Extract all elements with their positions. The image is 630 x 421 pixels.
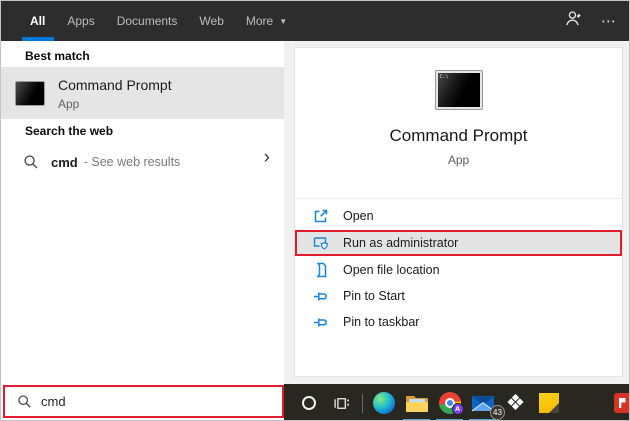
windows-search-overlay: All Apps Documents Web More ▼ ⋯ Best mat… [0, 0, 630, 421]
search-filter-bar: All Apps Documents Web More ▼ ⋯ [1, 1, 629, 41]
file-explorer-button[interactable] [400, 384, 433, 420]
app-actions-list: Open Run as administrator Open file loca… [295, 204, 622, 336]
app-subtitle: App [447, 153, 470, 167]
file-explorer-icon [405, 396, 428, 412]
action-label: Pin to Start [343, 289, 405, 303]
tab-label: Documents [116, 14, 178, 28]
chrome-button[interactable]: A [433, 384, 466, 420]
search-icon [23, 154, 39, 170]
cortana-button[interactable] [292, 384, 325, 420]
best-match-text: Command Prompt App [58, 76, 172, 111]
action-run-as-administrator[interactable]: Run as administrator [295, 230, 622, 256]
tab-label: All [30, 14, 46, 28]
app-title: Command Prompt [389, 126, 528, 145]
topbar-actions: ⋯ [564, 9, 629, 33]
action-open-file-location[interactable]: Open file location [295, 258, 622, 282]
command-prompt-icon-large: C:\ [434, 70, 483, 110]
action-open[interactable]: Open [295, 204, 622, 228]
web-query-text: cmd [51, 154, 78, 170]
filter-tabs: All Apps Documents Web More ▼ [1, 1, 298, 41]
action-label: Run as administrator [343, 236, 459, 250]
pin-icon [313, 288, 330, 304]
sticky-notes-button[interactable] [532, 384, 565, 420]
pdf-app-button[interactable] [607, 384, 629, 420]
result-subtitle: App [58, 96, 80, 111]
tab-label: More [245, 14, 274, 28]
edge-button[interactable] [367, 384, 400, 420]
tab-apps[interactable]: Apps [56, 1, 105, 41]
tab-more[interactable]: More ▼ [235, 1, 298, 41]
tab-web[interactable]: Web [188, 1, 234, 41]
launch-icon [313, 208, 330, 224]
action-label: Open file location [343, 263, 440, 277]
action-label: Open [343, 209, 374, 223]
chevron-down-icon: ▼ [279, 16, 288, 26]
taskbar-separator [358, 384, 367, 420]
admin-shield-icon [313, 235, 330, 251]
tab-documents[interactable]: Documents [106, 1, 189, 41]
chrome-profile-badge: A [451, 403, 464, 415]
dropbox-icon: ❖ [505, 390, 526, 415]
web-suffix-text: - See web results [83, 155, 181, 169]
search-web-header: Search the web [25, 124, 114, 138]
tab-label: Web [199, 14, 224, 28]
best-match-header: Best match [25, 49, 90, 63]
edge-icon [372, 392, 395, 414]
taskbar: A 43 ❖ [284, 384, 629, 420]
sticky-notes-icon [538, 393, 559, 413]
best-match-result[interactable]: Command Prompt App [1, 67, 284, 119]
chevron-right-icon[interactable]: › [264, 148, 270, 167]
action-pin-to-start[interactable]: Pin to Start [295, 284, 622, 308]
pin-icon [313, 314, 330, 330]
chrome-icon: A [438, 392, 464, 415]
more-options-icon[interactable]: ⋯ [601, 12, 617, 30]
action-pin-to-taskbar[interactable]: Pin to taskbar [295, 310, 622, 334]
pdf-app-icon [613, 393, 629, 413]
terminal-screen: C:\ [437, 73, 480, 107]
web-search-result[interactable]: cmd - See web results › [1, 145, 284, 179]
search-input[interactable] [41, 394, 261, 409]
tab-all[interactable]: All [19, 1, 56, 41]
app-preview-card: C:\ Command Prompt App Open Run as admin… [294, 47, 623, 377]
command-prompt-icon [15, 80, 45, 106]
mail-button[interactable]: 43 [466, 384, 505, 420]
result-title: Command Prompt [58, 76, 172, 93]
terminal-prompt-text: C:\ [439, 74, 449, 80]
mail-unread-badge: 43 [490, 405, 505, 420]
divider [295, 198, 622, 199]
search-results-panel: Best match Command Prompt App Search the… [1, 41, 284, 420]
action-label: Pin to taskbar [343, 315, 420, 329]
task-view-button[interactable] [325, 384, 358, 420]
file-location-icon [313, 262, 330, 278]
task-view-icon [334, 397, 349, 409]
cortana-icon [301, 396, 316, 410]
taskbar-search-box[interactable] [3, 385, 284, 418]
search-icon [17, 394, 32, 409]
tab-label: Apps [67, 14, 95, 28]
account-feedback-icon[interactable] [564, 9, 583, 33]
